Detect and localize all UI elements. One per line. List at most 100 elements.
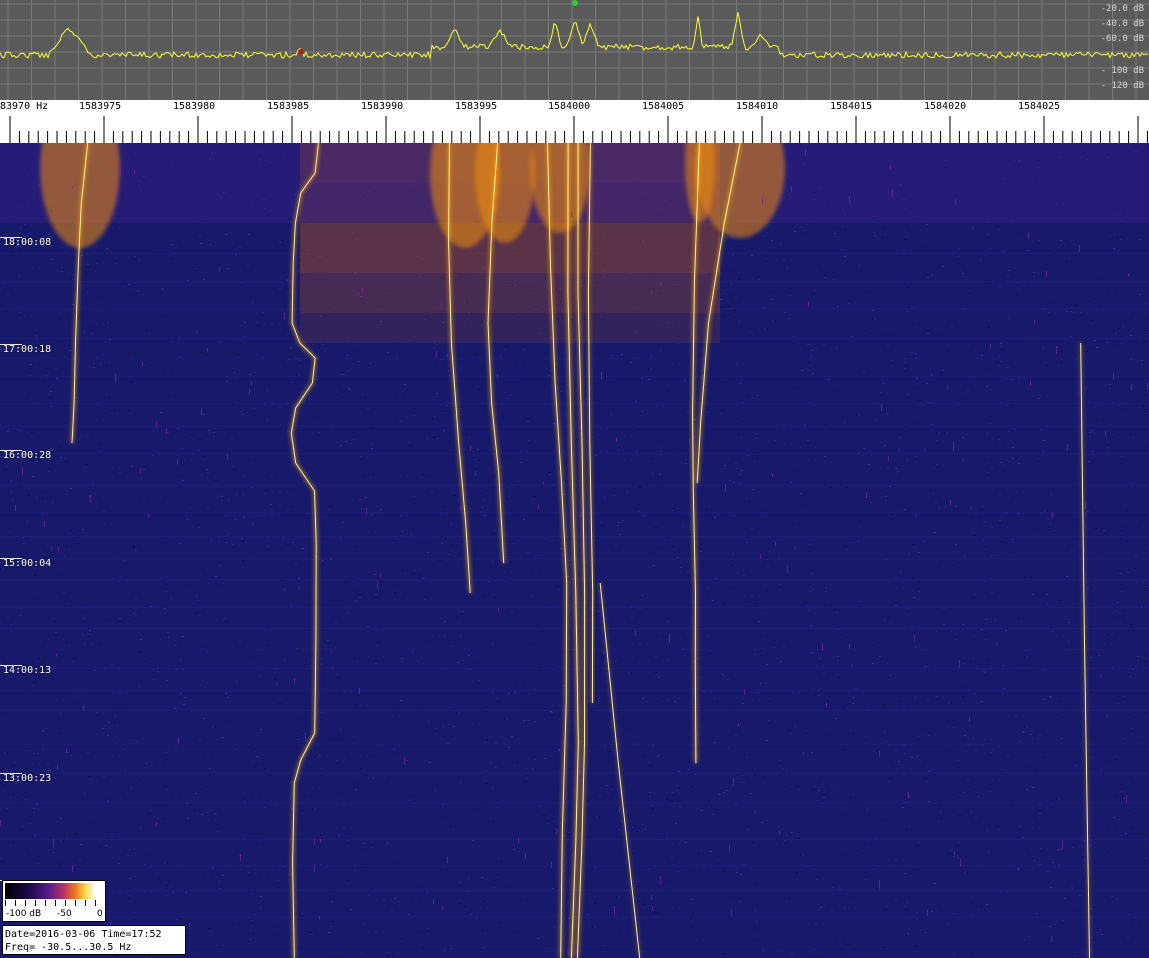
noise-band [0, 772, 1149, 774]
noise-hit [441, 303, 442, 310]
noise-band [0, 376, 1149, 378]
noise-hit [689, 439, 690, 444]
db-label: - 120 dB [1100, 81, 1144, 91]
noise-hit [447, 857, 448, 864]
noise-hit [652, 906, 653, 912]
noise-hit [57, 765, 58, 770]
noise-hit [849, 644, 850, 650]
noise-hit [697, 753, 698, 758]
noise-hit [240, 854, 241, 862]
noise-band [0, 453, 1149, 455]
noise-hit [177, 459, 178, 465]
time-label: 14:00:13 [3, 665, 52, 676]
noise-hit [83, 705, 84, 712]
noise-hit [651, 290, 652, 297]
noise-hit [377, 580, 378, 589]
noise-hit [436, 351, 437, 358]
noise-hit [201, 408, 202, 416]
noise-hit [826, 703, 827, 707]
noise-band [0, 403, 1149, 405]
noise-hit [115, 374, 116, 383]
noise-hit [116, 191, 117, 197]
noise-hit [305, 733, 306, 742]
noise-band [0, 802, 1149, 804]
noise-hit [178, 737, 179, 744]
noise-hit [787, 565, 788, 573]
noise-hit [660, 876, 661, 885]
noise-hit [725, 484, 726, 492]
noise-hit [1085, 501, 1086, 509]
noise-hit [803, 752, 804, 756]
noise-hit [314, 866, 315, 873]
time-label: 16:00:28 [3, 450, 52, 461]
noise-hit [888, 456, 889, 462]
noise-hit [366, 508, 367, 514]
noise-hit [1052, 512, 1053, 519]
noise-hit [1126, 795, 1127, 803]
noise-hit [635, 631, 636, 636]
noise-hit [805, 149, 806, 156]
noise-hit [142, 362, 143, 368]
frequency-scale[interactable]: 83970 Hz 1583975 1583980 1583985 1583990… [0, 100, 1149, 143]
noise-hit [1046, 271, 1047, 278]
noise-hit [319, 916, 320, 920]
noise-hit [518, 837, 519, 844]
noise-hit [947, 385, 948, 391]
info-box: Date=2016-03-06 Time=17:52 Freq= -30.5..… [2, 925, 186, 955]
noise-hit [969, 717, 970, 722]
spectrum-panel[interactable]: -20.0 dB -40.0 dB -60.0 dB - 100 dB - 12… [0, 0, 1149, 100]
noise-hit [1030, 381, 1031, 386]
noise-hit [775, 542, 776, 546]
frequency-ticks [9, 116, 1148, 143]
noise-hit [166, 428, 167, 435]
noise-hit [251, 381, 252, 386]
noise-hit [892, 189, 893, 198]
noise-hit [866, 492, 867, 499]
noise-hit [1051, 936, 1052, 943]
noise-hit [72, 186, 73, 190]
noise-hit [320, 839, 321, 844]
db-label: -20.0 dB [1100, 4, 1144, 14]
freq-range-readout: Freq= -30.5...30.5 Hz [5, 942, 132, 953]
noise-hit [551, 861, 552, 868]
noise-hit [22, 467, 23, 476]
noise-hit [729, 845, 730, 851]
noise-hit [1147, 382, 1148, 390]
noise-hit [538, 504, 539, 510]
noise-hit [577, 597, 578, 606]
noise-hit [525, 853, 526, 859]
db-label: - 100 dB [1100, 66, 1144, 76]
noise-hit [359, 688, 360, 694]
noise-hit [442, 906, 443, 911]
waterfall-display[interactable]: 18:00:08 17:00:18 16:00:28 15:00:04 14:0… [0, 143, 1149, 958]
noise-hit [1105, 431, 1106, 438]
noise-hit [349, 387, 350, 391]
noise-hit [881, 404, 882, 411]
noise-hit [148, 513, 149, 519]
color-gradient [5, 883, 103, 899]
noise-hit [433, 899, 434, 905]
noise-hit [56, 653, 57, 657]
noise-hit [959, 660, 960, 668]
noise-hit [58, 547, 59, 552]
noise-hit [762, 197, 763, 205]
noise-hit [772, 473, 773, 478]
noise-hit [1056, 346, 1057, 354]
noise-band [0, 743, 1149, 745]
trace-signal-faint [599, 582, 641, 958]
noise-hit [950, 500, 951, 506]
noise-band [0, 668, 1149, 670]
noise-hit [955, 199, 956, 206]
noise-hit [447, 354, 448, 358]
noise-hit [556, 829, 557, 834]
noise-hit [404, 757, 405, 765]
noise-hit [908, 792, 909, 799]
noise-hit [1062, 840, 1063, 849]
time-label: 15:00:04 [3, 558, 52, 569]
noise-hit [460, 506, 461, 511]
noise-hit [779, 831, 780, 836]
noise-hit [15, 505, 16, 512]
time-label: 17:00:18 [3, 344, 52, 355]
noise-hit [227, 453, 228, 461]
noise-hit [571, 212, 572, 218]
